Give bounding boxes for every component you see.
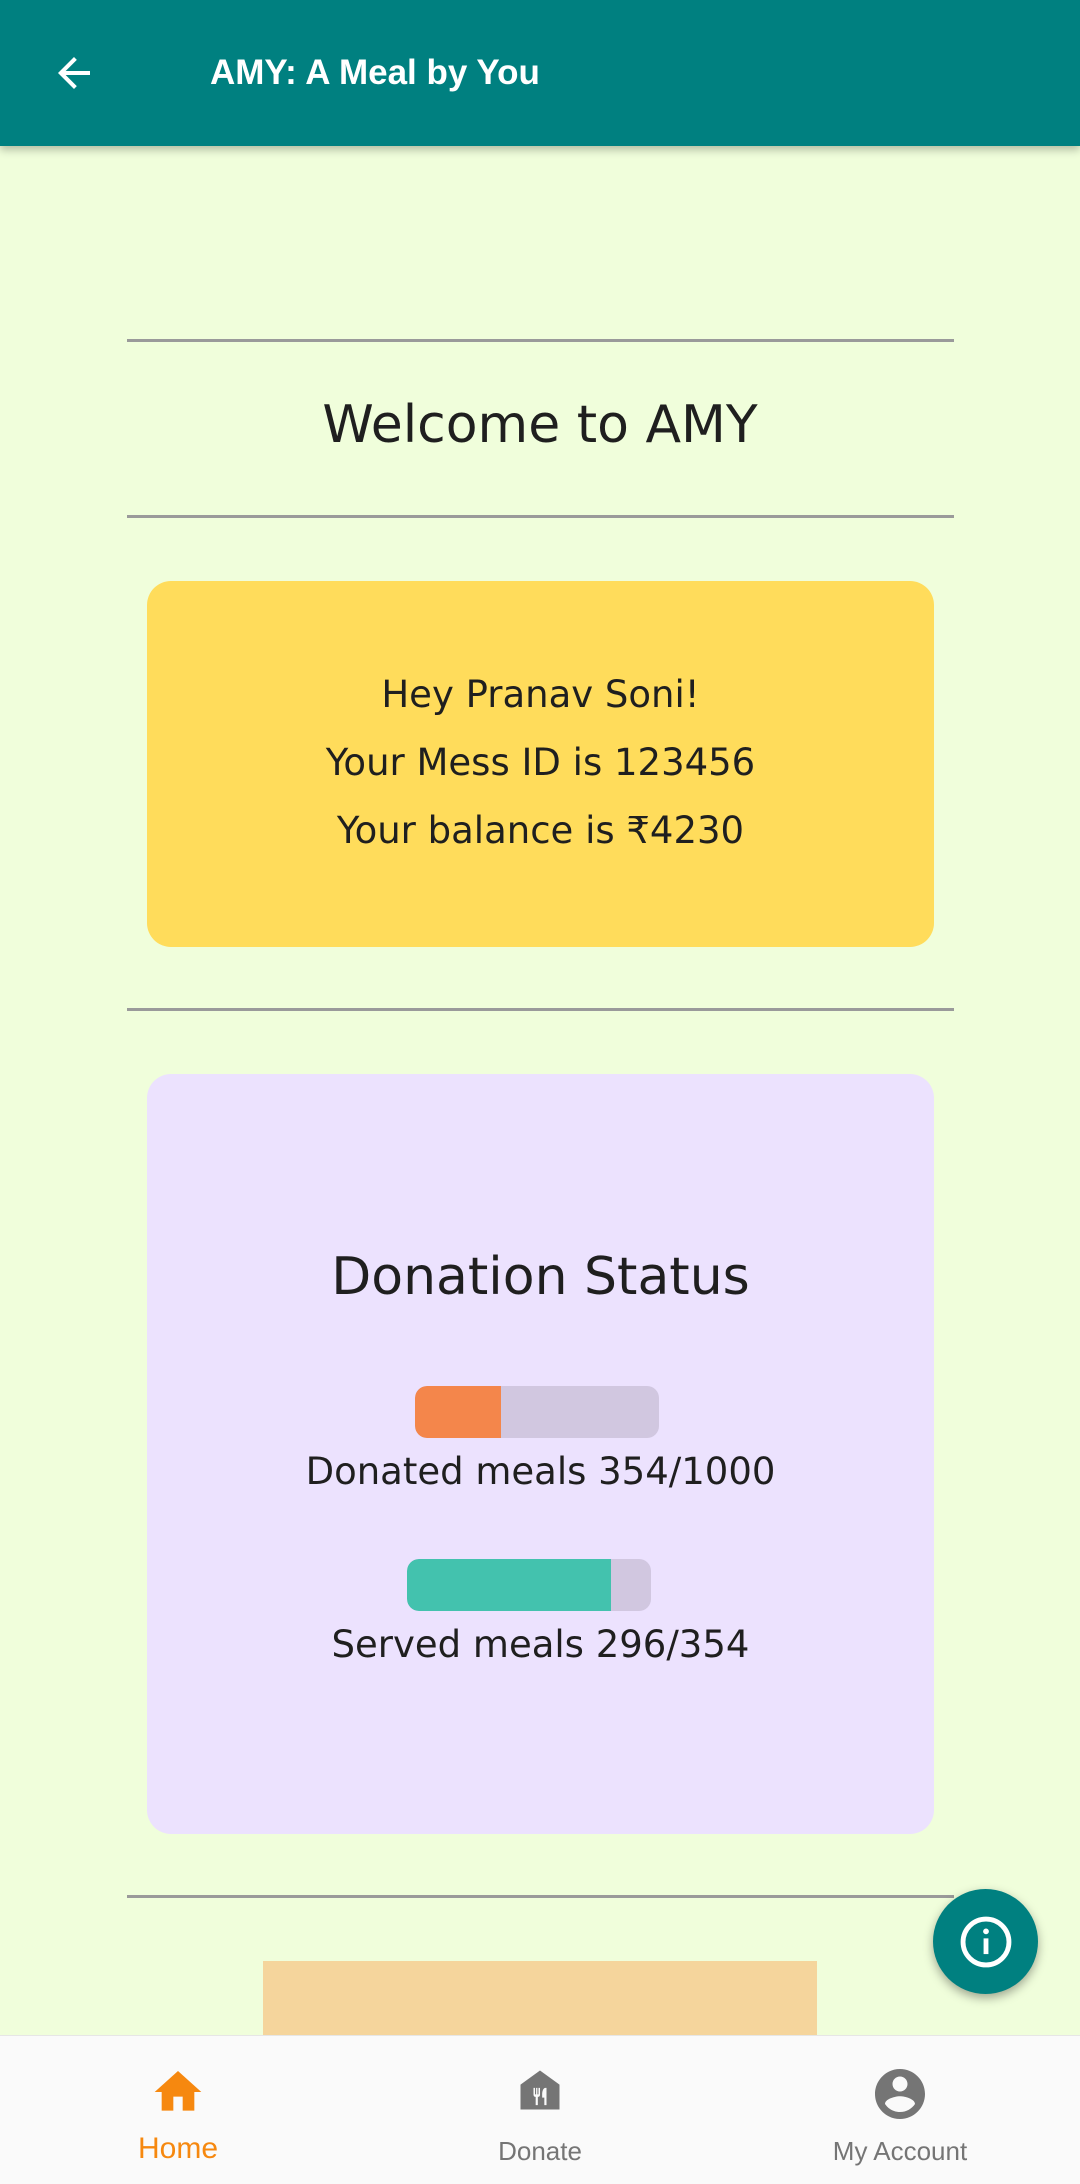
nav-donate-label: Donate [498, 2136, 582, 2166]
divider [127, 515, 954, 518]
next-card-partial [263, 1961, 817, 2035]
donated-meals-label: Donated meals 354/1000 [305, 1450, 776, 1493]
account-circle-icon [875, 2069, 925, 2119]
donated-progress-bar [415, 1386, 659, 1438]
divider [127, 1895, 954, 1898]
nav-donate[interactable]: Donate [420, 2036, 660, 2184]
app-title: AMY: A Meal by You [210, 53, 540, 92]
donation-status-card: Donation Status Donated meals 354/1000 S… [147, 1074, 934, 1834]
served-progress-fill [407, 1559, 611, 1611]
app-bar: AMY: A Meal by You [0, 0, 1080, 146]
bottom-navigation: Home Donate My Account [0, 2035, 1080, 2184]
arrow-back-icon [58, 57, 90, 89]
served-progress-bar [407, 1559, 651, 1611]
back-button[interactable] [30, 33, 118, 113]
user-info-card: Hey Pranav Soni! Your Mess ID is 123456 … [147, 581, 934, 947]
donation-status-title: Donation Status [331, 1247, 750, 1307]
served-meals-label: Served meals 296/354 [331, 1623, 750, 1666]
info-icon [960, 1916, 1011, 1967]
nav-my-account[interactable]: My Account [780, 2036, 1020, 2184]
restaurant-icon [520, 2070, 560, 2110]
donated-progress-fill [415, 1386, 502, 1438]
info-fab[interactable] [933, 1889, 1038, 1994]
nav-home[interactable]: Home [58, 2036, 298, 2184]
greeting-text: Hey Pranav Soni! [381, 673, 700, 716]
nav-home-label: Home [137, 2132, 219, 2165]
divider [127, 339, 954, 342]
nav-my-account-label: My Account [832, 2136, 968, 2166]
mess-id-text: Your Mess ID is 123456 [325, 741, 756, 784]
balance-text: Your balance is ₹4230 [336, 809, 745, 852]
welcome-heading: Welcome to AMY [322, 395, 758, 455]
home-icon [154, 2071, 202, 2111]
divider [127, 1008, 954, 1011]
